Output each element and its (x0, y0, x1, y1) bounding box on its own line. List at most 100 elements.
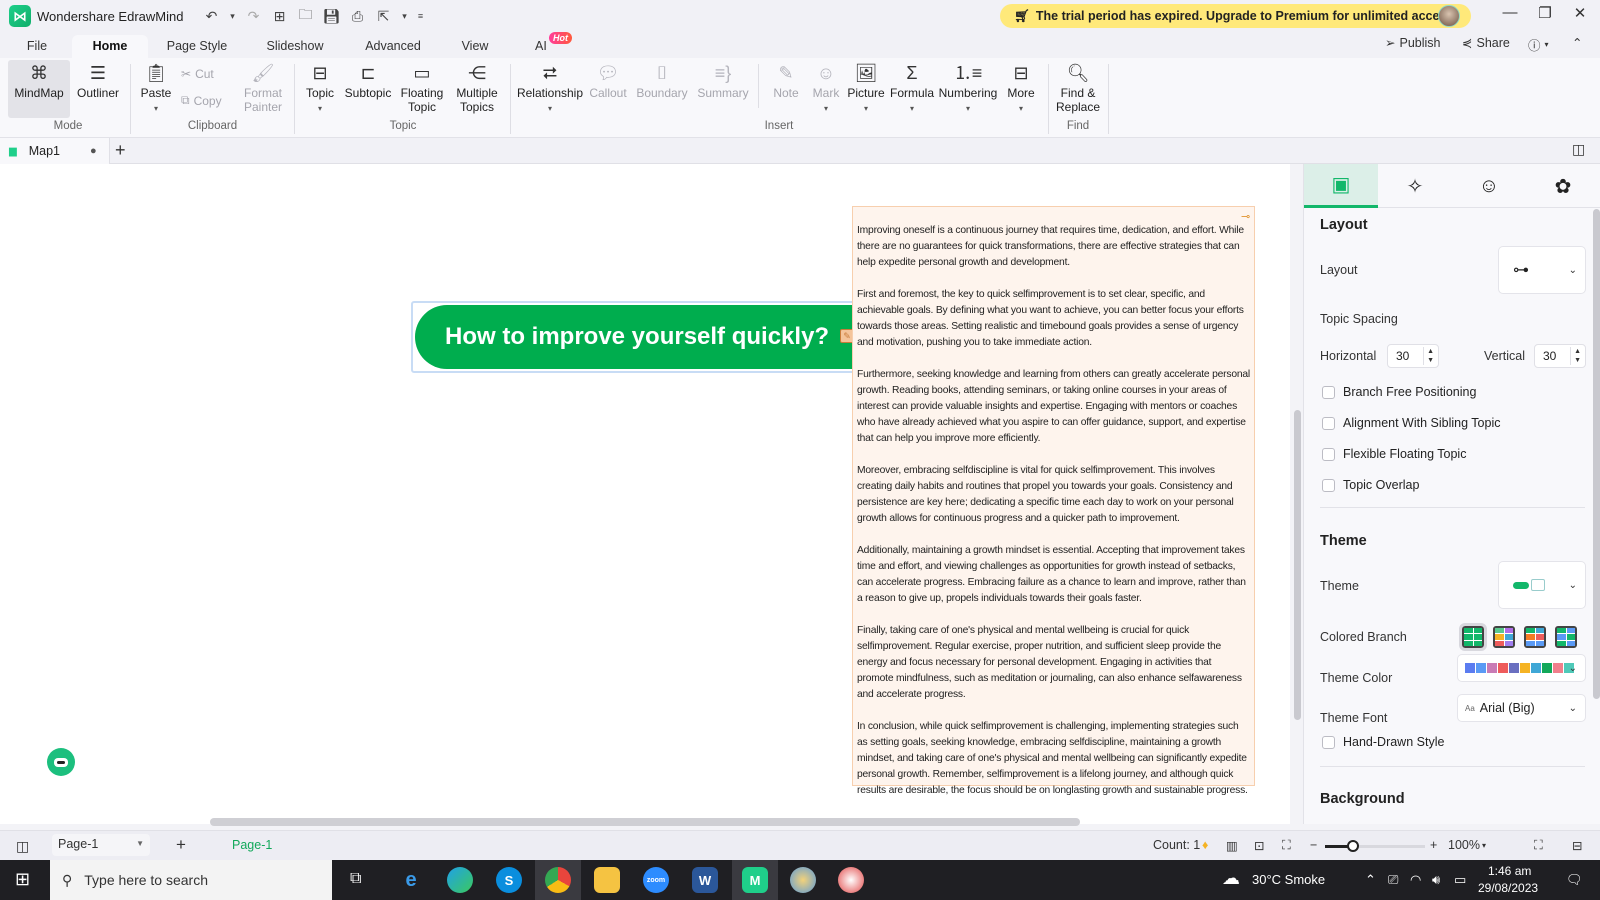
volume-icon[interactable]: 🔊︎ (1432, 872, 1440, 888)
zoom-dropdown-icon[interactable]: ▾ (1482, 841, 1486, 850)
pin-icon[interactable]: ⊸ (1241, 209, 1250, 225)
theme-color-dropdown[interactable]: ⌄ (1457, 654, 1586, 682)
help-button[interactable]: ⓘ ▾ (1528, 35, 1549, 54)
tab-advanced[interactable]: Advanced (358, 35, 428, 58)
word-icon[interactable]: W (692, 867, 718, 893)
add-page-button[interactable]: + (176, 835, 186, 855)
multiple-topics-button[interactable]: ⋲ Multiple Topics (452, 60, 502, 114)
formula-button[interactable]: Σ Formula ▾ (890, 60, 934, 116)
tab-slideshow[interactable]: Slideshow (260, 35, 330, 58)
notifications-icon[interactable]: 🗨︎ (1566, 872, 1583, 888)
tab-ai[interactable]: AI Hot (535, 32, 575, 58)
horizontal-spacing-input[interactable]: 30 ▲ ▼ (1387, 344, 1439, 368)
publish-button[interactable]: ➢ Publish (1385, 35, 1440, 51)
picture-button[interactable]: 🖼︎ Picture ▾ (846, 60, 886, 116)
colored-branch-option-1[interactable] (1459, 623, 1487, 651)
floating-topic-button[interactable]: ▭ Floating Topic (398, 60, 446, 114)
boundary-button[interactable]: ⌷ Boundary (636, 60, 688, 100)
edge-icon[interactable] (447, 867, 473, 893)
checkbox-box[interactable] (1322, 735, 1335, 749)
theme-dropdown[interactable]: ⌄ (1498, 561, 1586, 609)
weather-text[interactable]: 30°C Smoke (1252, 872, 1325, 887)
undo-icon[interactable]: ↶ (201, 8, 221, 25)
mindmap-mode-button[interactable]: ⌘ MindMap (8, 60, 70, 118)
alignment-sibling-checkbox[interactable]: Alignment With Sibling Topic (1322, 416, 1500, 430)
zoom-in-button[interactable]: + (1430, 838, 1437, 852)
page-select-dropdown[interactable]: Page-1 ▼ (52, 834, 150, 856)
zoom-app-icon[interactable]: zoom (643, 867, 669, 893)
main-topic[interactable]: How to improve yourself quickly? (415, 305, 860, 369)
note-popup[interactable]: ⊸ Improving oneself is a continuous jour… (852, 206, 1255, 796)
new-tab-button[interactable]: + (115, 140, 126, 161)
panel-scrollbar[interactable] (1593, 209, 1600, 699)
picture-dropdown-icon[interactable]: ▾ (864, 102, 868, 116)
flexible-floating-topic-checkbox[interactable]: Flexible Floating Topic (1322, 447, 1466, 461)
panel-tab-settings[interactable]: ✿ (1526, 164, 1600, 208)
clock-time[interactable]: 1:46 am (1488, 864, 1531, 878)
zoom-slider-handle[interactable] (1347, 840, 1359, 852)
summary-button[interactable]: ≡} Summary (696, 60, 750, 100)
tab-file[interactable]: File (18, 35, 56, 58)
tab-home[interactable]: Home (72, 35, 148, 58)
new-icon[interactable]: ⊞ (269, 8, 289, 25)
numbering-dropdown-icon[interactable]: ▾ (966, 102, 970, 116)
weather-icon[interactable]: ☁ (1222, 868, 1240, 889)
checkbox-box[interactable] (1322, 447, 1335, 461)
file-explorer-icon[interactable] (594, 867, 620, 893)
tab-view[interactable]: View (455, 35, 495, 58)
fullscreen-icon[interactable]: ⛶ (1534, 838, 1543, 853)
unsaved-dot-icon[interactable]: ● (90, 145, 97, 157)
document-tab-map1[interactable]: ▆ Map1 ● (0, 138, 110, 164)
topic-overlap-checkbox[interactable]: Topic Overlap (1322, 478, 1419, 492)
share-button[interactable]: ⋞ Share (1462, 35, 1510, 51)
find-replace-button[interactable]: 🔍︎ Find & Replace (1054, 60, 1102, 114)
paint-icon[interactable] (790, 867, 816, 893)
format-painter-button[interactable]: 🖌︎ Format Painter (240, 60, 286, 114)
wifi-icon[interactable]: ◠ (1410, 872, 1421, 888)
toggle-sidebar-icon[interactable]: ◫ (16, 838, 29, 855)
note-button[interactable]: ✎ Note (770, 60, 802, 100)
zoom-out-button[interactable]: − (1310, 838, 1317, 852)
windows-start-icon[interactable]: ⊞ (15, 869, 30, 890)
tray-chevron-icon[interactable]: ⌃ (1365, 872, 1376, 888)
taskbar-search-box[interactable]: ⚲ Type here to search (50, 860, 332, 900)
task-view-icon[interactable]: ⧉ (350, 870, 361, 888)
paste-button[interactable]: 📋︎ Paste ▾ (138, 60, 174, 116)
chrome-icon[interactable] (545, 867, 571, 893)
restore-button[interactable]: ❐ (1530, 4, 1560, 22)
relationship-dropdown-icon[interactable]: ▾ (548, 102, 552, 116)
topic-button[interactable]: ⊟ Topic ▾ (302, 60, 338, 116)
panel-tab-ai[interactable]: ✧ (1378, 164, 1452, 208)
layout-dropdown[interactable]: ⊶ ⌄ (1498, 246, 1586, 294)
paste-dropdown-icon[interactable]: ▾ (154, 102, 158, 116)
theme-font-dropdown[interactable]: Aa Arial (Big) ⌄ (1457, 694, 1586, 722)
clock-date[interactable]: 29/08/2023 (1478, 881, 1538, 895)
redo-icon[interactable]: ↷ (243, 8, 263, 25)
print-icon[interactable]: ⎙ (347, 8, 367, 25)
subtopic-button[interactable]: ⊏ Subtopic (342, 60, 394, 100)
edrawmind-taskbar-icon[interactable]: M (742, 867, 768, 893)
fit-width-icon[interactable]: ⛶ (1282, 838, 1291, 853)
close-button[interactable]: ✕ (1565, 4, 1595, 22)
more-button[interactable]: ⊟ More ▾ (1004, 60, 1038, 116)
customize-toolbar-icon[interactable]: ≡ (415, 11, 425, 21)
fit-window-icon[interactable]: ⊟ (1572, 838, 1582, 853)
spinner-arrows-icon[interactable]: ▲ ▼ (1570, 347, 1581, 365)
save-icon[interactable]: 💾︎ (321, 8, 341, 25)
branch-free-positioning-checkbox[interactable]: Branch Free Positioning (1322, 385, 1476, 399)
toggle-panel-icon[interactable]: ◫ (1572, 141, 1585, 158)
spinner-arrows-icon[interactable]: ▲ ▼ (1423, 347, 1434, 365)
battery-icon[interactable]: ▭ (1454, 872, 1466, 888)
page-tab-page-1[interactable]: Page-1 (232, 838, 272, 852)
zoom-level[interactable]: 100% (1448, 838, 1480, 852)
undo-dropdown-icon[interactable]: ▾ (227, 11, 237, 22)
mark-button[interactable]: ☺ Mark ▾ (810, 60, 842, 116)
internet-explorer-icon[interactable]: e (398, 867, 424, 893)
colored-branch-option-4[interactable] (1555, 626, 1577, 648)
mark-dropdown-icon[interactable]: ▾ (824, 102, 828, 116)
panel-tab-mark[interactable]: ☺ (1452, 164, 1526, 208)
vertical-spacing-input[interactable]: 30 ▲ ▼ (1534, 344, 1586, 368)
skype-icon[interactable]: S (496, 867, 522, 893)
export-icon[interactable]: ⇱ (373, 8, 393, 25)
tab-page-style[interactable]: Page Style (160, 35, 234, 58)
